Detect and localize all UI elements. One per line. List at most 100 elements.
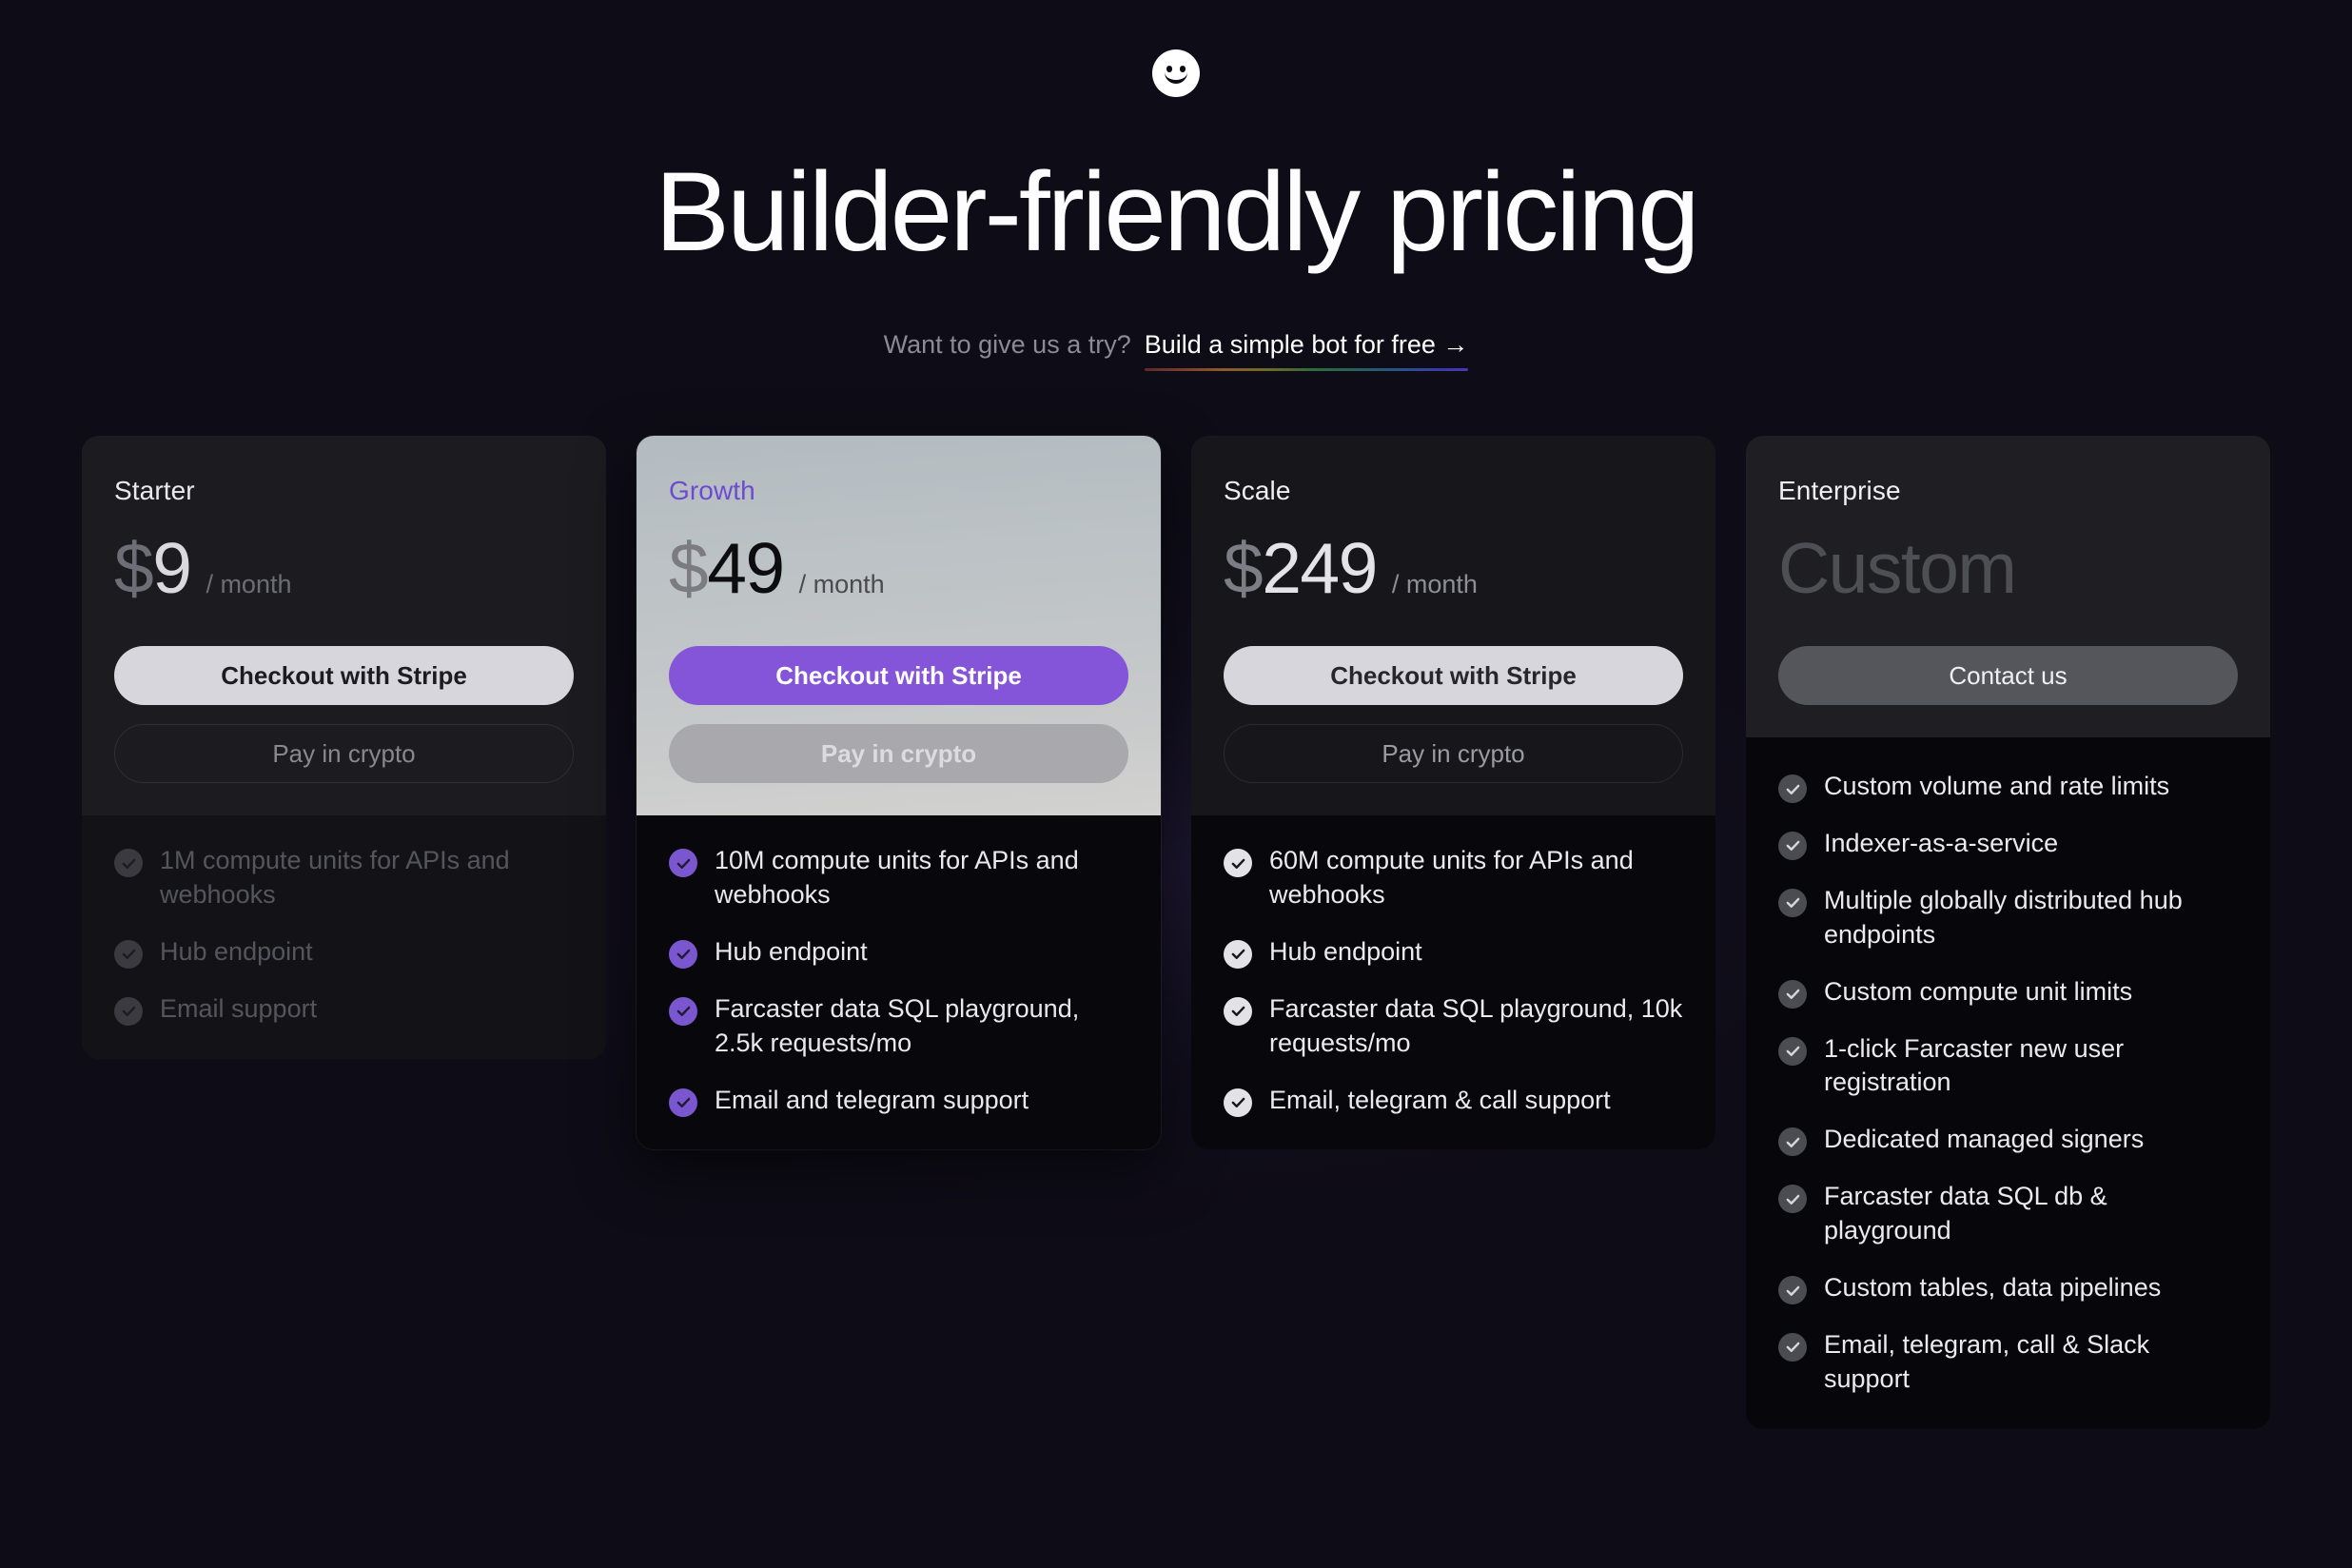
- feature-label: Custom compute unit limits: [1824, 976, 2133, 1006]
- currency-symbol: $: [1224, 528, 1264, 608]
- pay-in-crypto-button[interactable]: Pay in crypto: [1224, 724, 1683, 783]
- feature-item: Email and telegram support: [669, 1084, 1128, 1118]
- plan-price: $249: [1224, 533, 1378, 604]
- logo-container: [0, 49, 2352, 97]
- feature-item: 1M compute units for APIs and webhooks: [114, 844, 574, 912]
- check-circle-icon: [1778, 1185, 1807, 1214]
- check-circle-icon: [669, 1088, 697, 1117]
- build-bot-link[interactable]: Build a simple bot for free →: [1144, 330, 1469, 371]
- pricing-cards-row: Starter $9 / month Checkout with Stripe …: [82, 436, 2270, 1429]
- gradient-underline: [1144, 368, 1469, 371]
- feature-label: 1M compute units for APIs and webhooks: [160, 846, 510, 909]
- pricing-page: Builder-friendly pricing Want to give us…: [0, 0, 2352, 1568]
- feature-item: Hub endpoint: [1224, 935, 1683, 970]
- price-amount: 249: [1262, 528, 1378, 608]
- card-header-growth: Growth $49 / month Checkout with Stripe …: [637, 436, 1161, 815]
- feature-item: Custom compute unit limits: [1778, 975, 2238, 1009]
- contact-us-button[interactable]: Contact us: [1778, 646, 2238, 705]
- check-circle-icon: [1224, 1088, 1252, 1117]
- feature-label: Dedicated managed signers: [1824, 1125, 2145, 1154]
- feature-label: Email support: [160, 993, 318, 1023]
- plan-name: Scale: [1224, 476, 1291, 505]
- card-header-starter: Starter $9 / month Checkout with Stripe …: [82, 436, 606, 815]
- pricing-card-enterprise: Enterprise Custom Contact us Custom volu…: [1746, 436, 2270, 1429]
- price-row: $49 / month: [669, 533, 1128, 604]
- check-circle-icon: [669, 939, 697, 969]
- check-circle-icon: [1224, 996, 1252, 1026]
- card-header-enterprise: Enterprise Custom Contact us: [1746, 436, 2270, 737]
- pay-in-crypto-button[interactable]: Pay in crypto: [114, 724, 574, 783]
- plan-price: $49: [669, 533, 785, 604]
- pricing-card-starter: Starter $9 / month Checkout with Stripe …: [82, 436, 606, 1059]
- check-circle-icon: [1778, 1127, 1807, 1157]
- feature-label: Hub endpoint: [160, 936, 313, 966]
- build-bot-link-label: Build a simple bot for free →: [1144, 330, 1469, 359]
- plan-price: Custom: [1778, 528, 2017, 608]
- check-circle-icon: [114, 849, 143, 877]
- pricing-card-scale: Scale $249 / month Checkout with Stripe …: [1191, 436, 1715, 1150]
- feature-item: Email support: [114, 992, 574, 1027]
- checkout-with-stripe-button[interactable]: Checkout with Stripe: [669, 646, 1128, 705]
- billing-period: / month: [206, 570, 292, 598]
- feature-list-starter: 1M compute units for APIs and webhooks H…: [82, 815, 606, 1059]
- checkout-with-stripe-button[interactable]: Checkout with Stripe: [1224, 646, 1683, 705]
- feature-label: Hub endpoint: [715, 936, 868, 966]
- feature-item: Custom volume and rate limits: [1778, 770, 2238, 804]
- feature-label: Farcaster data SQL playground, 2.5k requ…: [715, 993, 1080, 1057]
- check-circle-icon: [1778, 1036, 1807, 1066]
- feature-label: 1-click Farcaster new user registration: [1824, 1033, 2125, 1097]
- feature-item: Custom tables, data pipelines: [1778, 1271, 2238, 1305]
- feature-item: Farcaster data SQL playground, 2.5k requ…: [669, 992, 1128, 1061]
- feature-item: Hub endpoint: [669, 935, 1128, 970]
- smiley-left-eye: [1166, 66, 1172, 72]
- price-row: $9 / month: [114, 533, 574, 604]
- pricing-card-growth: Growth $49 / month Checkout with Stripe …: [637, 436, 1161, 1150]
- feature-label: Custom volume and rate limits: [1824, 772, 2170, 800]
- feature-item: Email, telegram & call support: [1224, 1084, 1683, 1118]
- checkout-with-stripe-button[interactable]: Checkout with Stripe: [114, 646, 574, 705]
- card-header-scale: Scale $249 / month Checkout with Stripe …: [1191, 436, 1715, 815]
- check-circle-icon: [669, 996, 697, 1026]
- billing-period: / month: [1391, 570, 1478, 598]
- feature-item: Farcaster data SQL playground, 10k reque…: [1224, 992, 1683, 1061]
- plan-name: Growth: [669, 476, 755, 505]
- feature-list-growth: 10M compute units for APIs and webhooks …: [637, 815, 1161, 1150]
- smiley-face-icon: [1152, 49, 1200, 97]
- feature-label: Hub endpoint: [1269, 936, 1422, 966]
- feature-label: Email, telegram, call & Slack support: [1824, 1329, 2150, 1393]
- check-circle-icon: [114, 939, 143, 969]
- feature-label: Farcaster data SQL db & playground: [1824, 1182, 2107, 1245]
- feature-item: 10M compute units for APIs and webhooks: [669, 844, 1128, 912]
- price-row: $249 / month: [1224, 533, 1683, 604]
- subtitle-row: Want to give us a try? Build a simple bo…: [0, 330, 2352, 371]
- plan-name: Enterprise: [1778, 476, 1901, 505]
- pay-in-crypto-button[interactable]: Pay in crypto: [669, 724, 1128, 783]
- feature-item: 60M compute units for APIs and webhooks: [1224, 844, 1683, 912]
- feature-item: 1-click Farcaster new user registration: [1778, 1032, 2238, 1101]
- plan-name: Starter: [114, 476, 195, 505]
- feature-item: Farcaster data SQL db & playground: [1778, 1180, 2238, 1248]
- page-title: Builder-friendly pricing: [655, 149, 1699, 275]
- feature-list-enterprise: Custom volume and rate limits Indexer-as…: [1746, 737, 2270, 1429]
- feature-label: Farcaster data SQL playground, 10k reque…: [1269, 993, 1683, 1057]
- check-circle-icon: [1778, 831, 1807, 860]
- check-circle-icon: [1778, 1332, 1807, 1362]
- feature-label: Indexer-as-a-service: [1824, 828, 2059, 857]
- feature-item: Multiple globally distributed hub endpoi…: [1778, 884, 2238, 952]
- feature-list-scale: 60M compute units for APIs and webhooks …: [1191, 815, 1715, 1150]
- feature-item: Dedicated managed signers: [1778, 1123, 2238, 1157]
- feature-item: Hub endpoint: [114, 935, 574, 970]
- check-circle-icon: [669, 849, 697, 877]
- feature-label: Custom tables, data pipelines: [1824, 1273, 2162, 1303]
- feature-label: 60M compute units for APIs and webhooks: [1269, 846, 1634, 909]
- check-circle-icon: [1778, 888, 1807, 917]
- billing-period: / month: [798, 570, 885, 598]
- currency-symbol: $: [669, 528, 709, 608]
- check-circle-icon: [1778, 979, 1807, 1009]
- check-circle-icon: [1778, 1276, 1807, 1305]
- check-circle-icon: [1778, 774, 1807, 803]
- check-circle-icon: [1224, 849, 1252, 877]
- subtitle-lead: Want to give us a try?: [883, 330, 1131, 359]
- currency-symbol: $: [114, 528, 154, 608]
- check-circle-icon: [1224, 939, 1252, 969]
